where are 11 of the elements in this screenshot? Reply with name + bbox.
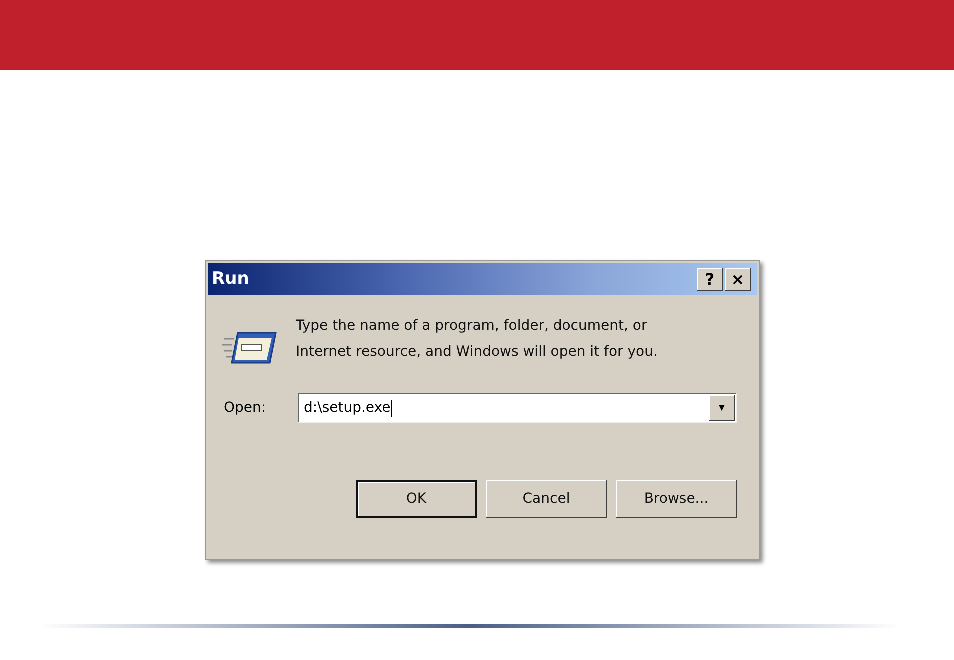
open-label: Open: xyxy=(223,400,268,416)
instruction-text: Type the name of a program, folder, document, or xyxy=(296,317,648,336)
ok-button[interactable]: OK xyxy=(356,480,477,518)
close-button[interactable]: × xyxy=(725,268,751,290)
window-title: Run xyxy=(212,269,250,289)
help-button[interactable]: ? xyxy=(697,268,723,290)
browse-button[interactable]: Browse... xyxy=(616,480,737,518)
instruction-text: Internet resource, and Windows will open it for you. xyxy=(296,343,658,362)
cancel-button[interactable]: Cancel xyxy=(486,480,607,518)
open-combo-field[interactable]: d:\setup.exe ▼ xyxy=(298,393,737,423)
dropdown-button[interactable]: ▼ xyxy=(709,395,735,421)
